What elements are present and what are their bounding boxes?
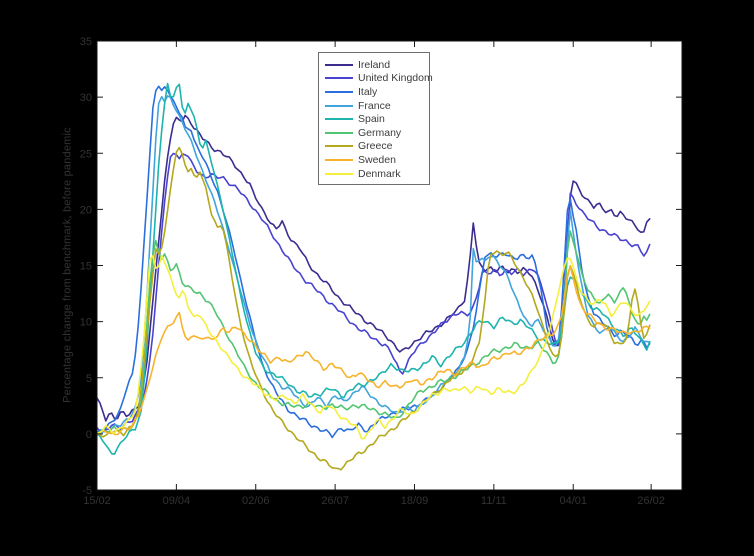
legend-label: Spain [358, 113, 385, 126]
legend-label: France [358, 99, 391, 112]
legend-line-swatch [325, 77, 353, 80]
legend-label: Denmark [358, 167, 401, 180]
legend-label: Italy [358, 85, 378, 98]
legend-line-swatch [325, 118, 353, 121]
legend-item-spain: Spain [325, 112, 425, 126]
legend-item-greece: Greece [325, 140, 425, 154]
legend-line-swatch [325, 104, 353, 107]
legend-line-swatch [325, 145, 353, 148]
legend-item-sweden: Sweden [325, 153, 425, 167]
x-tick-label: 09/04 [163, 495, 191, 507]
legend-item-denmark: Denmark [325, 167, 425, 181]
legend-line-swatch [325, 63, 353, 66]
x-tick-label: 26/07 [321, 495, 349, 507]
legend-item-ireland: Ireland [325, 58, 425, 72]
legend-item-france: France [325, 99, 425, 113]
legend-line-swatch [325, 172, 353, 175]
y-axis-label: Percentage change from benchmark, before… [61, 127, 74, 403]
legend-label: Ireland [358, 58, 391, 71]
legend-box: Ireland United Kingdom Italy France Spain Ger… [318, 52, 433, 186]
y-tick-label: 0 [86, 429, 92, 441]
legend-label: Sweden [358, 153, 396, 166]
legend-item-italy: Italy [325, 85, 425, 99]
x-tick-label: 11/11 [481, 495, 507, 507]
legend-line-swatch [325, 131, 353, 134]
x-tick-label: 04/01 [559, 495, 587, 507]
legend-label: Germany [358, 126, 402, 139]
legend-item-united-kingdom: United Kingdom [325, 72, 433, 86]
x-tick-label: 18/09 [401, 495, 429, 507]
legend-line-swatch [325, 90, 353, 93]
legend-label: Greece [358, 140, 393, 153]
x-tick-label: 26/02 [637, 495, 665, 507]
legend-item-germany: Germany [325, 126, 425, 140]
legend-label: United Kingdom [358, 72, 433, 85]
y-tick-label: 5 [86, 373, 92, 385]
matlab-figure: 15/02 09/04 02/06 26/07 18/09 11/11 04/01 26/02… [0, 0, 754, 556]
legend-line-swatch [325, 158, 353, 161]
x-tick-label: 02/06 [242, 495, 270, 507]
y-tick-label: -5 [82, 485, 92, 497]
